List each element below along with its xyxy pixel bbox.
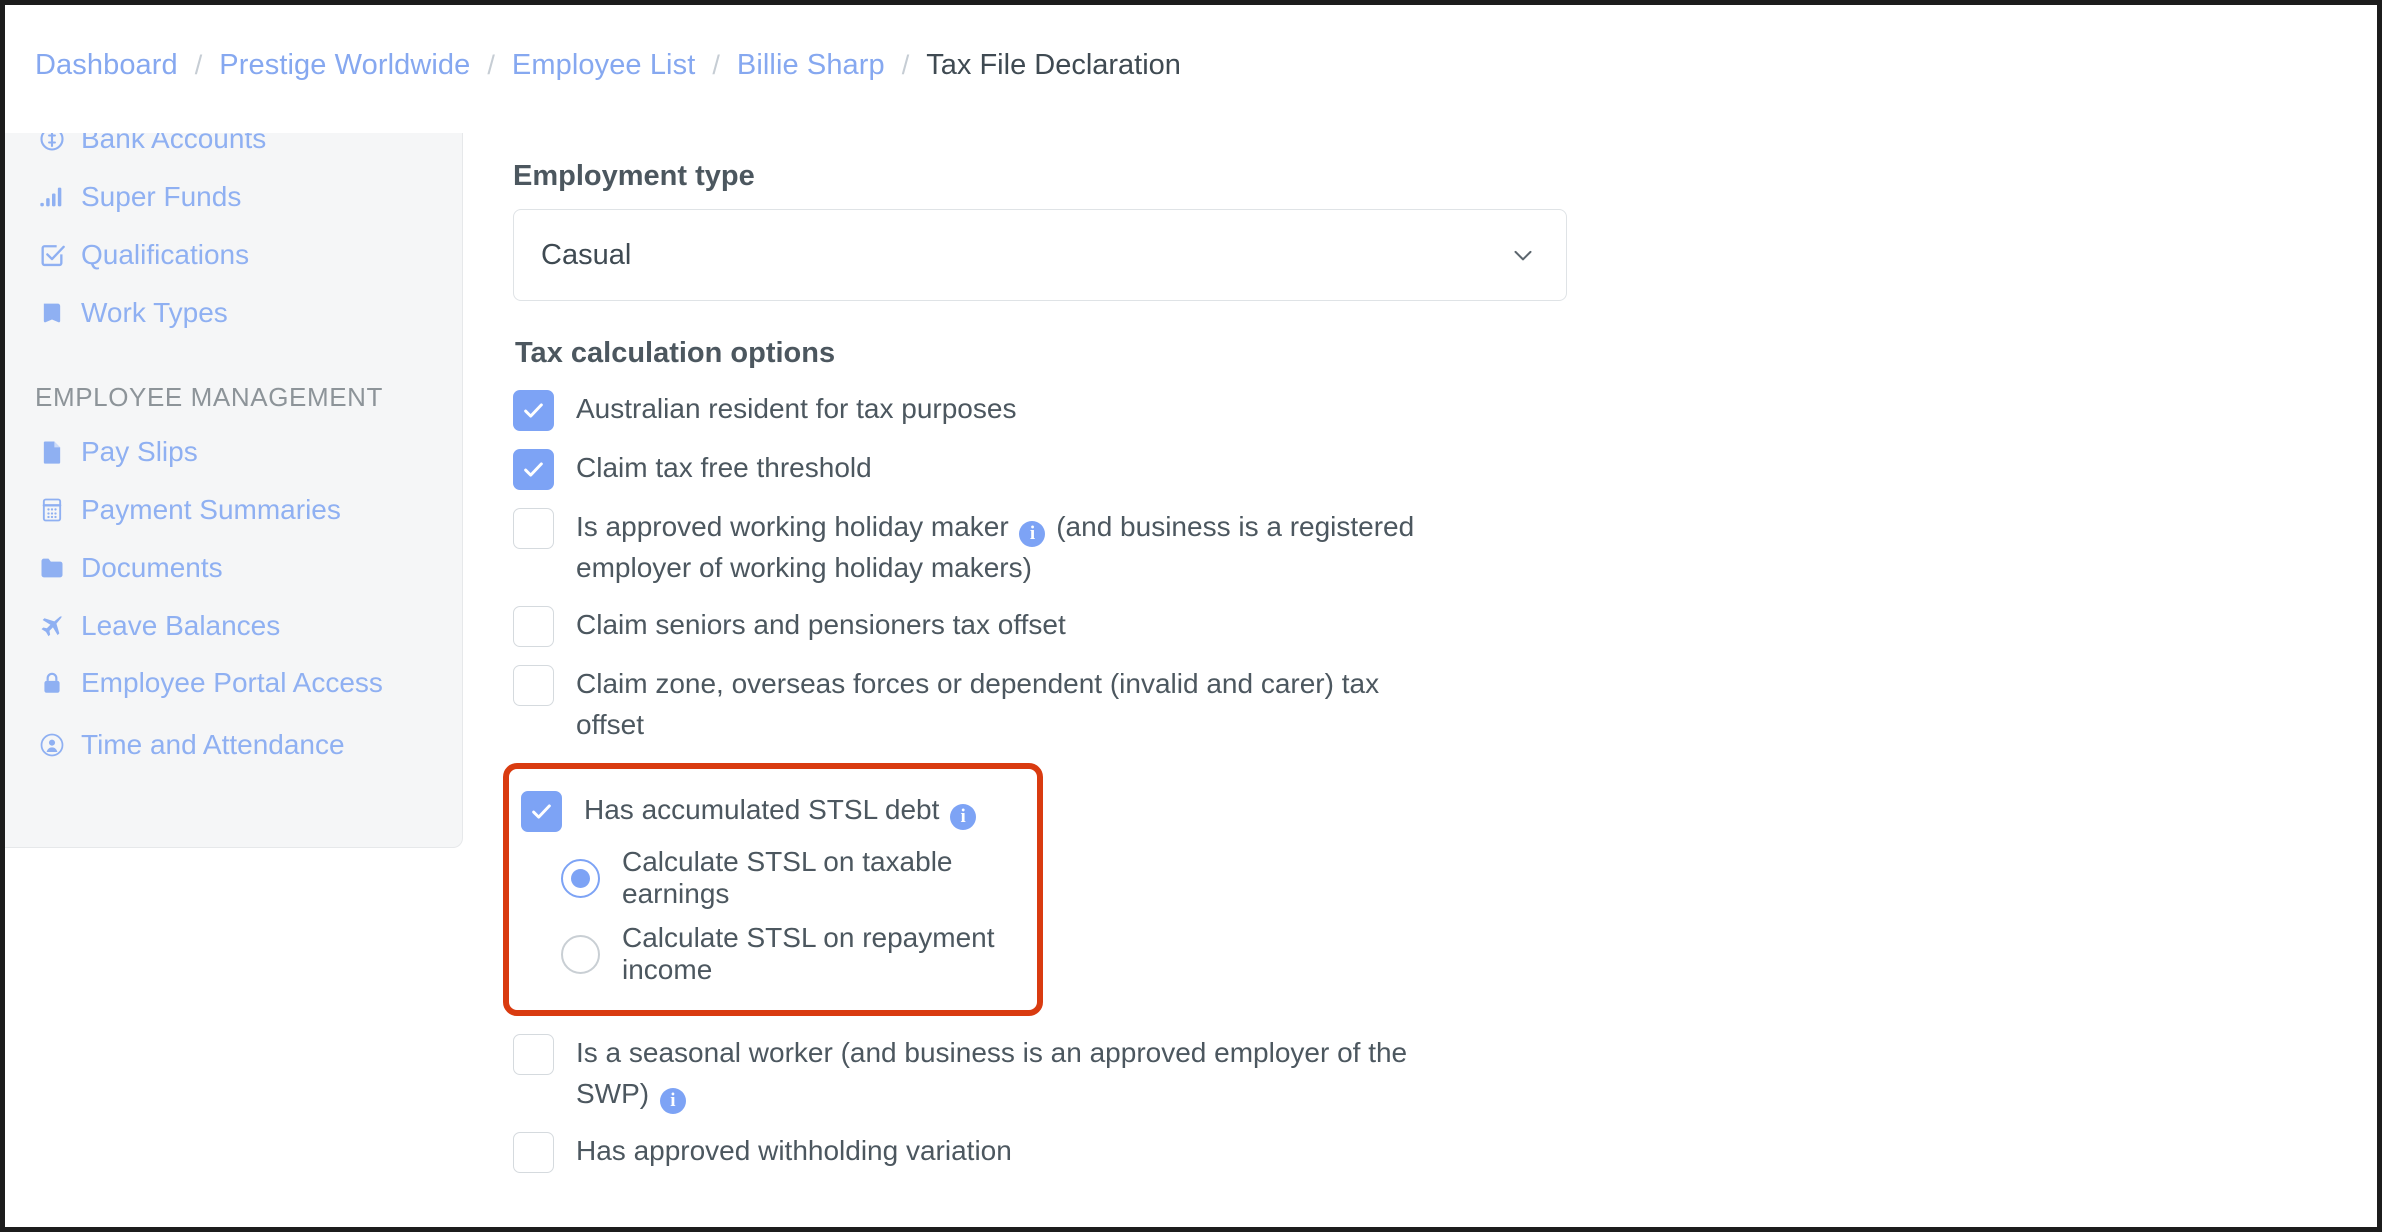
tax-calculation-options-list: Australian resident for tax purposes Cla… — [513, 380, 2263, 1181]
dollar-circle-icon — [35, 133, 69, 168]
calculator-icon — [35, 481, 69, 539]
radio-dot — [571, 869, 590, 888]
breadcrumb-separator: / — [712, 50, 720, 81]
checkbox-label: Claim seniors and pensioners tax offset — [576, 604, 1066, 645]
sidebar-item-work-types[interactable]: Work Types — [5, 284, 462, 342]
checkbox-seniors-pensioners-offset[interactable] — [513, 606, 554, 647]
radio-label: Calculate STSL on taxable earnings — [622, 846, 1019, 910]
breadcrumb-separator: / — [902, 50, 910, 81]
breadcrumb-separator: / — [195, 50, 203, 81]
sidebar-item-label: Work Types — [81, 284, 462, 342]
checkbox-label-group: Has accumulated STSL debt i — [584, 789, 979, 830]
employment-type-value: Casual — [514, 239, 631, 272]
sidebar-item-label: Documents — [81, 539, 462, 597]
checkbox-australian-resident[interactable] — [513, 390, 554, 431]
checkbox-label: Claim zone, overseas forces or dependent… — [576, 663, 1436, 745]
checkbox-label: Claim tax free threshold — [576, 447, 872, 488]
sidebar-item-label: Leave Balances — [81, 597, 462, 655]
info-icon[interactable]: i — [660, 1088, 686, 1114]
bar-chart-icon — [35, 168, 69, 226]
sidebar-item-time-and-attendance[interactable]: Time and Attendance — [5, 716, 462, 774]
breadcrumb-item-tax-file-declaration: Tax File Declaration — [926, 49, 1181, 82]
sidebar-section-heading: EMPLOYEE MANAGEMENT — [5, 342, 462, 423]
book-icon — [35, 284, 69, 342]
sidebar-item-label: Super Funds — [81, 168, 462, 226]
checkbox-icon — [35, 226, 69, 284]
sidebar-item-payment-summaries[interactable]: Payment Summaries — [5, 481, 462, 539]
document-icon — [35, 423, 69, 481]
stsl-highlight-box: Has accumulated STSL debt i Calculate ST… — [503, 763, 1043, 1016]
tax-calculation-options-label: Tax calculation options — [515, 337, 2263, 370]
sidebar-item-pay-slips[interactable]: Pay Slips — [5, 423, 462, 481]
sidebar-item-label: Time and Attendance — [81, 716, 462, 774]
checkbox-row-seniors-pensioners-offset[interactable]: Claim seniors and pensioners tax offset — [513, 596, 2263, 655]
info-icon[interactable]: i — [1019, 521, 1045, 547]
checkbox-has-accumulated-stsl-debt[interactable] — [521, 791, 562, 832]
sidebar-item-qualifications[interactable]: Qualifications — [5, 226, 462, 284]
radio-row-calculate-stsl-taxable-earnings[interactable]: Calculate STSL on taxable earnings — [521, 840, 1019, 916]
checkbox-label: Is approved working holiday maker — [576, 511, 1009, 542]
sidebar-item-employee-portal-access[interactable]: Employee Portal Access — [5, 655, 462, 704]
breadcrumb-separator: / — [487, 50, 495, 81]
checkbox-row-has-accumulated-stsl-debt[interactable]: Has accumulated STSL debt i — [521, 781, 1019, 840]
breadcrumb-item-dashboard[interactable]: Dashboard — [35, 49, 178, 82]
sidebar-item-bank-accounts[interactable]: Bank Accounts — [5, 133, 462, 168]
sidebar-spacer — [5, 704, 462, 716]
employment-type-select[interactable]: Casual — [513, 209, 1567, 301]
checkbox-label-group: Is approved working holiday maker i (and… — [576, 506, 1436, 588]
breadcrumb-item-employee-list[interactable]: Employee List — [512, 49, 695, 82]
sidebar-item-label: Bank Accounts — [81, 133, 462, 168]
breadcrumb-item-billie-sharp[interactable]: Billie Sharp — [737, 49, 885, 82]
checkbox-row-australian-resident[interactable]: Australian resident for tax purposes — [513, 380, 2263, 439]
main-content: Employment type Casual Tax calculation o… — [513, 160, 2263, 1181]
sidebar-item-label: Employee Portal Access — [81, 662, 462, 704]
checkbox-label: Australian resident for tax purposes — [576, 388, 1016, 429]
checkbox-row-approved-withholding-variation[interactable]: Has approved withholding variation — [513, 1122, 2263, 1181]
breadcrumb: Dashboard / Prestige Worldwide / Employe… — [35, 49, 1181, 82]
airplane-icon — [35, 597, 69, 655]
checkbox-row-seasonal-worker[interactable]: Is a seasonal worker (and business is an… — [513, 1024, 2263, 1122]
checkbox-label: Is a seasonal worker (and business is an… — [576, 1037, 1407, 1109]
checkbox-claim-tax-free-threshold[interactable] — [513, 449, 554, 490]
sidebar-item-super-funds[interactable]: Super Funds — [5, 168, 462, 226]
sidebar-item-label: Payment Summaries — [81, 481, 462, 539]
radio-calculate-stsl-taxable-earnings[interactable] — [561, 859, 600, 898]
app-window: Dashboard / Prestige Worldwide / Employe… — [0, 0, 2382, 1232]
radio-label: Calculate STSL on repayment income — [622, 922, 1019, 986]
sidebar-item-label: Pay Slips — [81, 423, 462, 481]
radio-row-calculate-stsl-repayment-income[interactable]: Calculate STSL on repayment income — [521, 916, 1019, 992]
folder-icon — [35, 539, 69, 597]
breadcrumb-item-prestige-worldwide[interactable]: Prestige Worldwide — [219, 49, 470, 82]
person-clock-icon — [35, 716, 69, 774]
lock-icon — [35, 662, 69, 704]
checkbox-row-working-holiday-maker[interactable]: Is approved working holiday maker i (and… — [513, 498, 2263, 596]
sidebar-item-label: Qualifications — [81, 226, 462, 284]
sidebar-item-leave-balances[interactable]: Leave Balances — [5, 597, 462, 655]
checkbox-label-group: Is a seasonal worker (and business is an… — [576, 1032, 1436, 1114]
checkbox-zone-overseas-dependent-offset[interactable] — [513, 665, 554, 706]
checkbox-seasonal-worker[interactable] — [513, 1034, 554, 1075]
checkbox-row-claim-tax-free-threshold[interactable]: Claim tax free threshold — [513, 439, 2263, 498]
sidebar: Bank Accounts Super Funds — [5, 133, 463, 848]
chevron-down-icon — [1508, 240, 1538, 270]
employment-type-label: Employment type — [513, 160, 2263, 193]
checkbox-working-holiday-maker[interactable] — [513, 508, 554, 549]
checkbox-label: Has approved withholding variation — [576, 1130, 1012, 1171]
info-icon[interactable]: i — [950, 804, 976, 830]
sidebar-item-documents[interactable]: Documents — [5, 539, 462, 597]
checkbox-approved-withholding-variation[interactable] — [513, 1132, 554, 1173]
checkbox-label: Has accumulated STSL debt — [584, 794, 939, 825]
checkbox-row-zone-overseas-dependent-offset[interactable]: Claim zone, overseas forces or dependent… — [513, 655, 2263, 753]
radio-calculate-stsl-repayment-income[interactable] — [561, 935, 600, 974]
